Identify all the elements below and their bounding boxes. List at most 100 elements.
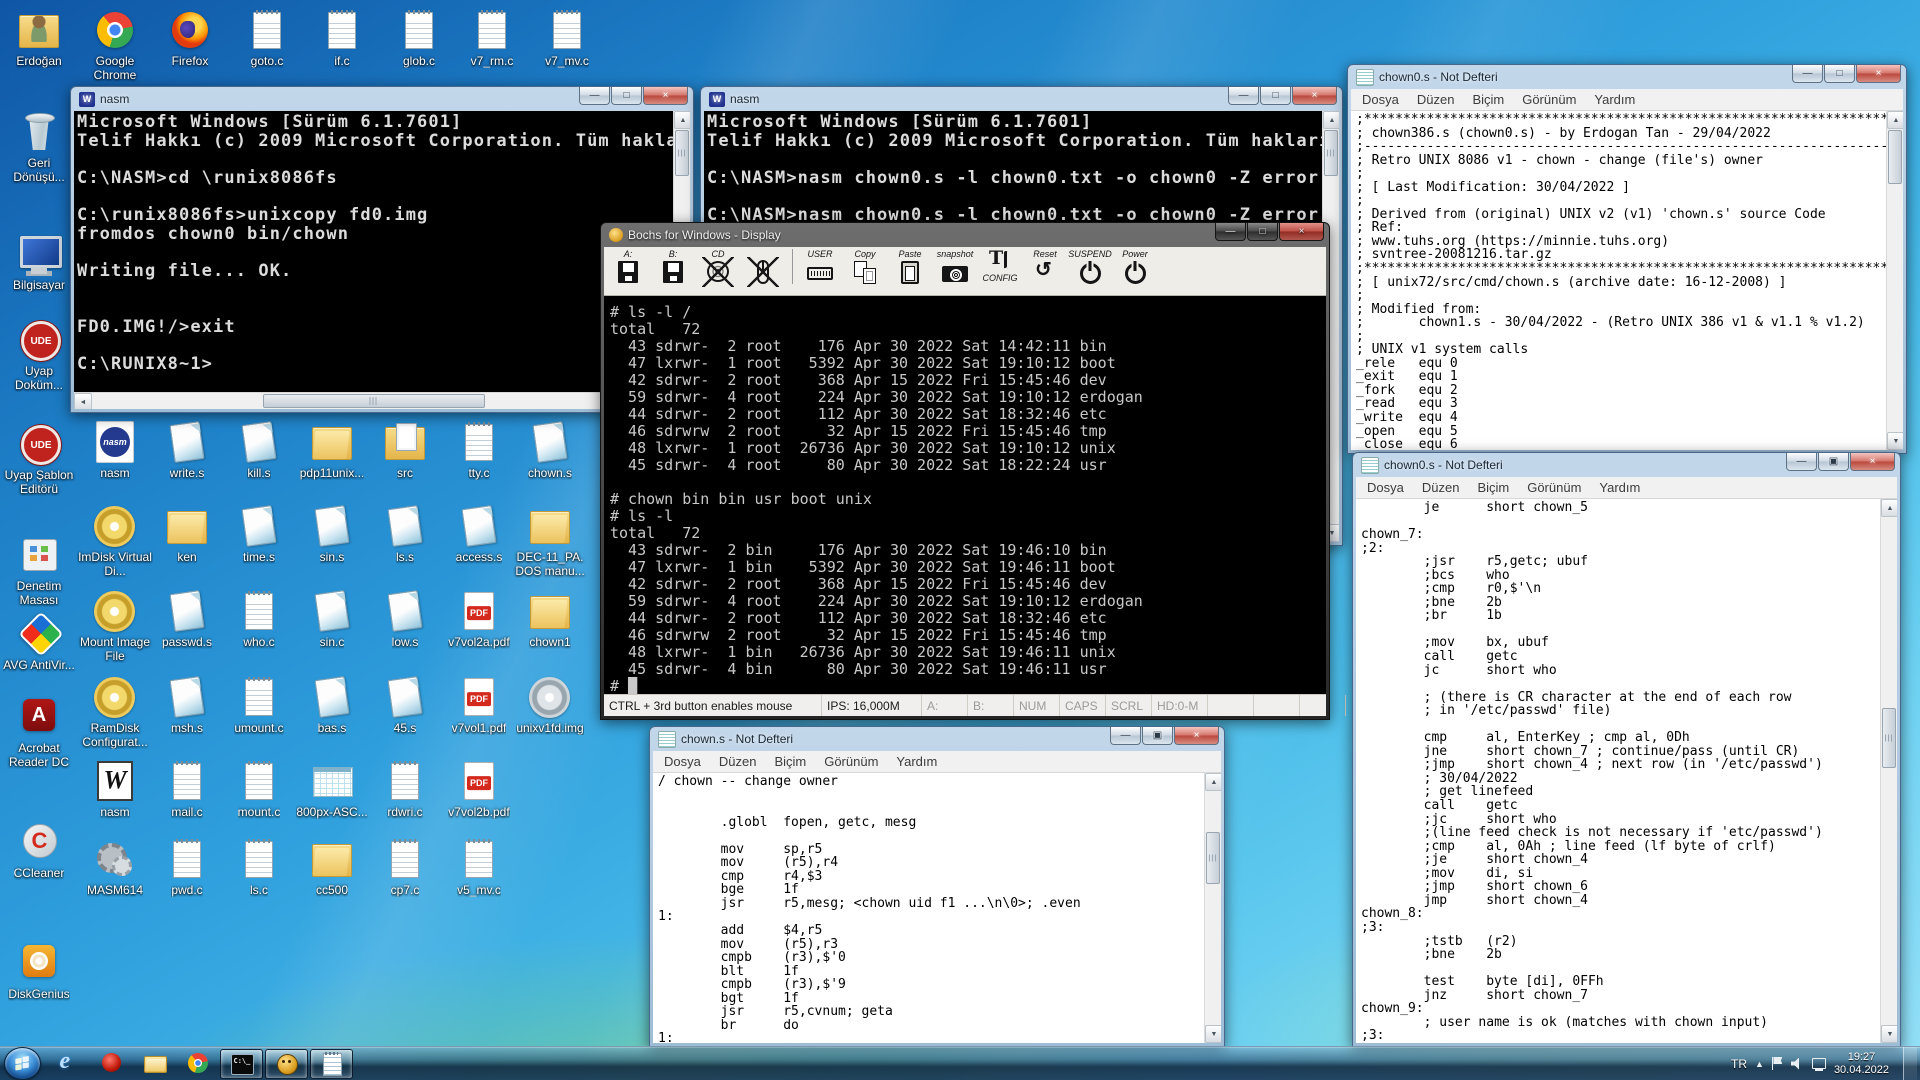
- text-editor-area[interactable]: ;***************************************…: [1351, 111, 1886, 450]
- desktop-icon-mount-c[interactable]: mount.c: [221, 759, 297, 819]
- desktop-icon-45-s[interactable]: 45.s: [367, 675, 443, 735]
- desktop-icon-erdo-an[interactable]: Erdoğan: [1, 8, 77, 68]
- scroll-up-icon[interactable]: ▲: [1323, 111, 1339, 129]
- scroll-down-icon[interactable]: ▼: [1887, 432, 1903, 450]
- taskbar-button-command-prompt[interactable]: [220, 1049, 263, 1079]
- close-button[interactable]: ×: [1174, 727, 1219, 745]
- menu-item-yard-m[interactable]: Yardım: [1590, 478, 1649, 497]
- scrollbar-thumb[interactable]: [1888, 130, 1902, 184]
- bochs-display[interactable]: # ls -l / total 72 43 sdrwr- 2 root 176 …: [604, 296, 1326, 694]
- bochs-button-reset[interactable]: Reset: [1027, 249, 1063, 284]
- menu-item-g-r-n-m[interactable]: Görünüm: [815, 752, 887, 771]
- menu-item-bi-im[interactable]: Biçim: [765, 752, 815, 771]
- menu-item-dosya[interactable]: Dosya: [1353, 90, 1408, 109]
- scroll-left-icon[interactable]: ◄: [74, 393, 92, 409]
- desktop-icon-nasm[interactable]: nasm: [77, 759, 153, 819]
- desktop-icon-low-s[interactable]: low.s: [367, 589, 443, 649]
- volume-icon[interactable]: [1791, 1058, 1804, 1070]
- scroll-up-icon[interactable]: ▲: [674, 111, 690, 129]
- scrollbar-thumb[interactable]: [1206, 832, 1220, 884]
- horizontal-scrollbar[interactable]: ◄ ►: [74, 392, 673, 409]
- desktop-icon-msh-s[interactable]: msh.s: [149, 675, 225, 735]
- desktop-icon-bilgisayar[interactable]: Bilgisayar: [1, 232, 77, 292]
- desktop-icon-v7-mv-c[interactable]: v7_mv.c: [529, 8, 605, 68]
- desktop-icon-pdp11unix[interactable]: pdp11unix...: [294, 420, 370, 480]
- scrollbar-thumb[interactable]: [1324, 130, 1338, 176]
- desktop-icon-ramdisk-configurat[interactable]: RamDisk Configurat...: [77, 675, 153, 749]
- scroll-down-icon[interactable]: ▼: [1205, 1025, 1221, 1043]
- hidden-icons-button[interactable]: ▲: [1755, 1059, 1764, 1069]
- desktop-icon-mount-image-file[interactable]: Mount Image File: [77, 589, 153, 663]
- minimize-button[interactable]: —: [1215, 223, 1246, 241]
- bochs-button-mouse[interactable]: [745, 249, 781, 284]
- taskbar-button-bochs[interactable]: [265, 1049, 308, 1079]
- titlebar[interactable]: W nasm — □ ×: [74, 87, 690, 111]
- titlebar[interactable]: chown.s - Not Defteri — ▣ ×: [653, 727, 1221, 751]
- minimize-button[interactable]: —: [1110, 727, 1141, 745]
- maximize-button[interactable]: □: [611, 87, 642, 105]
- close-button[interactable]: ×: [1850, 453, 1895, 471]
- taskbar-button-google-chrome[interactable]: [177, 1049, 218, 1077]
- desktop-icon-chown1[interactable]: chown1: [512, 589, 588, 649]
- desktop-icon-kill-s[interactable]: kill.s: [221, 420, 297, 480]
- desktop-icon-uyap-dok-m[interactable]: Uyap Doküm...: [1, 318, 77, 392]
- maximize-button[interactable]: □: [1247, 223, 1278, 241]
- maximize-button[interactable]: □: [1260, 87, 1291, 105]
- taskbar-button-media-player[interactable]: [91, 1049, 132, 1077]
- titlebar[interactable]: chown0.s - Not Defteri — □ ×: [1351, 65, 1903, 89]
- action-center-icon[interactable]: [1772, 1057, 1783, 1070]
- desktop-icon-who-c[interactable]: who.c: [221, 589, 297, 649]
- desktop-icon-acrobat-reader-dc[interactable]: Acrobat Reader DC: [1, 695, 77, 769]
- desktop-icon-v7-rm-c[interactable]: v7_rm.c: [454, 8, 530, 68]
- desktop-icon-denetim-masas[interactable]: Denetim Masası: [1, 533, 77, 607]
- desktop-icon-diskgenius[interactable]: DiskGenius: [1, 941, 77, 1001]
- vertical-scrollbar[interactable]: ▲ ▼: [1204, 773, 1221, 1043]
- desktop-icon-bas-s[interactable]: bas.s: [294, 675, 370, 735]
- menu-item-yard-m[interactable]: Yardım: [1585, 90, 1644, 109]
- menu-item-bi-im[interactable]: Biçim: [1463, 90, 1513, 109]
- close-button[interactable]: ×: [1292, 87, 1337, 105]
- minimize-button[interactable]: —: [1792, 65, 1823, 83]
- menu-item-dosya[interactable]: Dosya: [655, 752, 710, 771]
- bochs-button-paste[interactable]: Paste: [892, 249, 928, 284]
- desktop-icon-imdisk-virtual-di[interactable]: ImDisk Virtual Di...: [77, 504, 153, 578]
- taskbar-button-windows-explorer[interactable]: [134, 1049, 175, 1077]
- minimize-button[interactable]: —: [1228, 87, 1259, 105]
- taskbar-button-internet-explorer[interactable]: [48, 1049, 89, 1077]
- scroll-up-icon[interactable]: ▲: [1205, 773, 1221, 791]
- text-editor-area[interactable]: / chown -- change owner .globl fopen, ge…: [653, 773, 1204, 1043]
- menu-item-d-zen[interactable]: Düzen: [1408, 90, 1464, 109]
- restore-button[interactable]: ▣: [1818, 453, 1849, 471]
- scroll-down-icon[interactable]: ▼: [1881, 1025, 1897, 1043]
- desktop-icon-uyap-ablon-edit-r[interactable]: Uyap Şablon Editörü: [1, 422, 77, 496]
- desktop-icon-ken[interactable]: ken: [149, 504, 225, 564]
- bochs-button-user-keyboard[interactable]: USER: [792, 249, 838, 284]
- desktop-icon-sin-c[interactable]: sin.c: [294, 589, 370, 649]
- menu-item-d-zen[interactable]: Düzen: [1413, 478, 1469, 497]
- menu-item-yard-m[interactable]: Yardım: [887, 752, 946, 771]
- scrollbar-thumb[interactable]: [675, 130, 689, 176]
- desktop-icon-geri-d-n[interactable]: Geri Dönüşü...: [1, 110, 77, 184]
- bochs-button-suspend[interactable]: SUSPEND: [1072, 249, 1108, 284]
- menu-item-bi-im[interactable]: Biçim: [1468, 478, 1518, 497]
- desktop-icon-avg-antivir[interactable]: AVG AntiVir...: [1, 612, 77, 672]
- desktop-icon-umount-c[interactable]: umount.c: [221, 675, 297, 735]
- desktop-icon-sin-s[interactable]: sin.s: [294, 504, 370, 564]
- desktop-icon-cc500[interactable]: cc500: [294, 837, 370, 897]
- close-button[interactable]: ×: [643, 87, 688, 105]
- scroll-up-icon[interactable]: ▲: [1881, 499, 1897, 517]
- desktop-icon-chown-s[interactable]: chown.s: [512, 420, 588, 480]
- start-button[interactable]: [4, 1047, 41, 1080]
- desktop-icon-v7vol2a-pdf[interactable]: v7vol2a.pdf: [441, 589, 517, 649]
- desktop-icon-unixv1fd-img[interactable]: unixv1fd.img: [512, 675, 588, 735]
- minimize-button[interactable]: —: [579, 87, 610, 105]
- restore-button[interactable]: ▣: [1142, 727, 1173, 745]
- desktop-icon-ccleaner[interactable]: CCleaner: [1, 820, 77, 880]
- desktop-icon-write-s[interactable]: write.s: [149, 420, 225, 480]
- minimize-button[interactable]: —: [1786, 453, 1817, 471]
- menu-item-g-r-n-m[interactable]: Görünüm: [1518, 478, 1590, 497]
- desktop-icon-v7vol2b-pdf[interactable]: v7vol2b.pdf: [441, 759, 517, 819]
- network-icon[interactable]: [1812, 1058, 1826, 1070]
- desktop-icon-firefox[interactable]: Firefox: [152, 8, 228, 68]
- desktop-icon-pwd-c[interactable]: pwd.c: [149, 837, 225, 897]
